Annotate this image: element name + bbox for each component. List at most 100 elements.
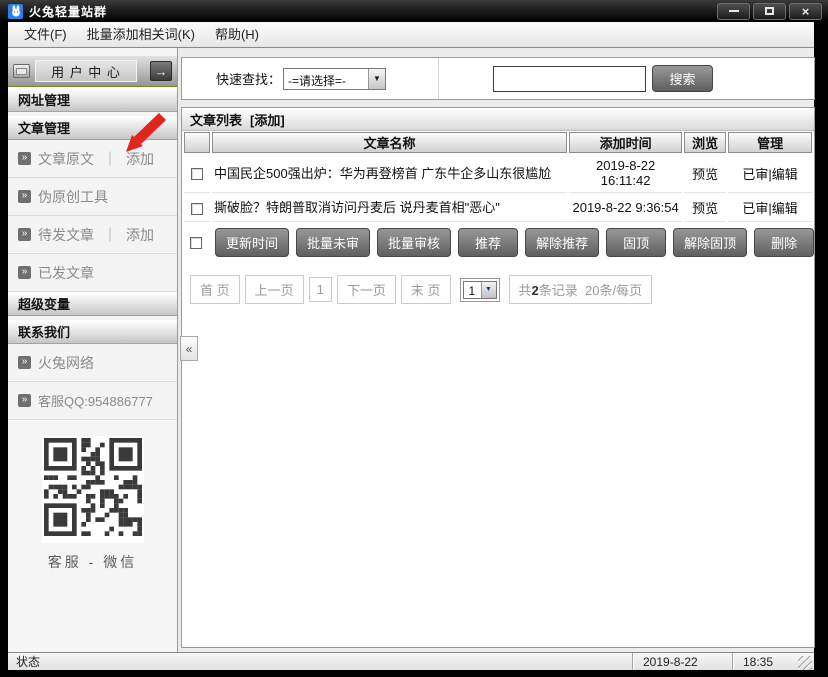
sidebar-item-label[interactable]: 文章原文 xyxy=(38,149,94,169)
per-page-label: 20条/每页 xyxy=(585,283,642,298)
sidebar-item-article-original[interactable]: » 文章原文 ｜ 添加 xyxy=(8,140,177,178)
sidebar-item-label[interactable]: 火兔网络 xyxy=(38,353,94,373)
manage-links[interactable]: 已审|编辑 xyxy=(728,194,812,222)
article-name-cell: 中国民企500强出炉：华为再登榜首 广东牛企多山东很尴尬 xyxy=(212,154,567,193)
menu-bar: 文件(F) 批量添加相关词(K) 帮助(H) xyxy=(8,22,814,48)
status-bar: 状态 2019-8-22 18:35 xyxy=(8,652,814,670)
quick-find-select[interactable]: -=请选择=- ▼ xyxy=(283,68,386,90)
batch-unapprove-button[interactable]: 批量未审 xyxy=(296,228,370,257)
toolbar-separator xyxy=(438,58,439,99)
preview-link[interactable]: 预览 xyxy=(684,154,726,193)
row-checkbox[interactable] xyxy=(191,168,203,180)
user-center-arrow-button[interactable]: → xyxy=(150,61,172,81)
chevron-right-icon: » xyxy=(18,356,31,369)
column-view: 浏览 xyxy=(684,132,726,153)
article-add-link[interactable]: [添加] xyxy=(250,110,285,129)
app-window: 火兔轻量站群 × 文件(F) 批量添加相关词(K) 帮助(H) 用 户 中 心 … xyxy=(0,0,828,677)
recommend-button[interactable]: 推荐 xyxy=(458,228,518,257)
sidebar-header-super-variables[interactable]: 超级变量 xyxy=(8,292,177,316)
summary-count: 2 xyxy=(532,283,539,298)
pin-top-button[interactable]: 固顶 xyxy=(606,228,666,257)
sidebar-item-pending-articles[interactable]: » 待发文章 ｜ 添加 xyxy=(8,216,177,254)
sidebar: 用 户 中 心 → 网址管理 文章管理 » 文章原文 ｜ 添加 » 伪原创工具 xyxy=(8,48,178,652)
sidebar-item-label[interactable]: 客服QQ:954886777 xyxy=(38,391,153,410)
sidebar-item-pseudo-original-tool[interactable]: » 伪原创工具 xyxy=(8,178,177,216)
maximize-button[interactable] xyxy=(753,3,786,20)
sidebar-item-add-link[interactable]: 添加 xyxy=(126,149,154,169)
menu-help[interactable]: 帮助(H) xyxy=(205,22,269,47)
sidebar-header-url-management[interactable]: 网址管理 xyxy=(8,88,177,112)
header-checkbox-cell xyxy=(184,132,210,153)
last-page-button[interactable]: 末 页 xyxy=(401,275,451,304)
article-table: 文章名称 添加时间 浏览 管理 中国民企500强出炉：华为再登榜首 广东牛企多山… xyxy=(182,131,814,223)
sidebar-item-huotu-network[interactable]: » 火兔网络 xyxy=(8,344,177,382)
article-list-header: 文章列表 [添加] xyxy=(182,108,814,131)
sidebar-item-add-link[interactable]: 添加 xyxy=(126,225,154,245)
minimize-button[interactable] xyxy=(717,3,750,20)
search-button[interactable]: 搜索 xyxy=(652,65,713,92)
batch-actions-row: 更新时间 批量未审 批量审核 推荐 解除推荐 固顶 解除固顶 删除 xyxy=(182,223,814,263)
user-center-button[interactable]: 用 户 中 心 xyxy=(35,60,137,82)
sidebar-collapse-button[interactable]: « xyxy=(180,336,198,361)
minimize-icon xyxy=(729,10,739,12)
sidebar-item-published-articles[interactable]: » 已发文章 xyxy=(8,254,177,292)
chevron-right-icon: » xyxy=(18,394,31,407)
unpin-top-button[interactable]: 解除固顶 xyxy=(673,228,747,257)
record-summary: 共2条记录 20条/每页 xyxy=(509,275,653,304)
table-row: 撕破脸？特朗普取消访问丹麦后 说丹麦首相"恶心" 2019-8-22 9:36:… xyxy=(184,194,812,222)
column-article-name: 文章名称 xyxy=(212,132,567,153)
arrow-right-icon: → xyxy=(155,64,168,79)
column-add-time: 添加时间 xyxy=(569,132,682,153)
monitor-icon xyxy=(13,64,30,78)
sidebar-item-label[interactable]: 待发文章 xyxy=(38,225,94,245)
sidebar-header-contact-us[interactable]: 联系我们 xyxy=(8,320,177,344)
unrecommend-button[interactable]: 解除推荐 xyxy=(525,228,599,257)
column-manage: 管理 xyxy=(728,132,812,153)
chevron-right-icon: » xyxy=(18,266,31,279)
sidebar-item-label[interactable]: 伪原创工具 xyxy=(38,187,108,207)
preview-link[interactable]: 预览 xyxy=(684,194,726,222)
page-select[interactable]: 1 ▼ xyxy=(463,281,497,299)
row-checkbox[interactable] xyxy=(191,203,203,215)
page-select-value: 1 xyxy=(464,282,481,298)
status-label: 状态 xyxy=(16,653,40,670)
add-time-cell: 2019-8-22 16:11:42 xyxy=(569,154,682,193)
pagination: 首 页 上一页 1 下一页 末 页 1 ▼ 共2条记录 20条/每页 xyxy=(190,275,814,304)
qr-caption: 客服 - 微信 xyxy=(8,552,177,572)
select-all-checkbox[interactable] xyxy=(190,237,202,249)
first-page-button[interactable]: 首 页 xyxy=(190,275,240,304)
sidebar-item-label[interactable]: 已发文章 xyxy=(38,263,94,283)
rabbit-app-icon xyxy=(8,4,23,19)
close-icon: × xyxy=(802,5,810,18)
sidebar-header-article-management[interactable]: 文章管理 xyxy=(8,116,177,140)
menu-file[interactable]: 文件(F) xyxy=(14,22,77,47)
prev-page-button[interactable]: 上一页 xyxy=(245,275,304,304)
maximize-icon xyxy=(765,7,774,15)
chevron-down-icon[interactable]: ▼ xyxy=(481,282,496,298)
manage-links[interactable]: 已审|编辑 xyxy=(728,154,812,193)
chevron-right-icon: » xyxy=(18,228,31,241)
delete-button[interactable]: 删除 xyxy=(754,228,814,257)
window-chrome: 文件(F) 批量添加相关词(K) 帮助(H) 用 户 中 心 → 网址管理 文章… xyxy=(8,22,814,670)
current-page-indicator: 1 xyxy=(309,277,332,302)
resize-grip-icon[interactable] xyxy=(798,656,812,670)
qr-section: 客服 - 微信 xyxy=(8,436,177,572)
close-button[interactable]: × xyxy=(789,3,822,20)
add-time-cell: 2019-8-22 9:36:54 xyxy=(569,194,682,222)
collapse-icon: « xyxy=(186,342,193,356)
update-time-button[interactable]: 更新时间 xyxy=(215,228,289,257)
sidebar-item-service-qq[interactable]: » 客服QQ:954886777 xyxy=(8,382,177,420)
menu-batch-add-keywords[interactable]: 批量添加相关词(K) xyxy=(77,22,205,47)
main-body: 用 户 中 心 → 网址管理 文章管理 » 文章原文 ｜ 添加 » 伪原创工具 xyxy=(8,48,814,652)
summary-prefix: 共 xyxy=(519,283,532,298)
summary-suffix: 条记录 xyxy=(539,283,578,298)
chevron-down-icon[interactable]: ▼ xyxy=(368,69,385,89)
chevron-right-icon: » xyxy=(18,190,31,203)
next-page-button[interactable]: 下一页 xyxy=(337,275,396,304)
batch-approve-button[interactable]: 批量审核 xyxy=(377,228,451,257)
search-input[interactable] xyxy=(493,66,646,92)
qr-code-svg xyxy=(44,523,142,540)
main-content: 快速查找： -=请选择=- ▼ 搜索 文章列表 [添加] xyxy=(178,48,818,652)
article-name-cell: 撕破脸？特朗普取消访问丹麦后 说丹麦首相"恶心" xyxy=(212,194,567,222)
user-center-row: 用 户 中 心 → xyxy=(8,56,177,86)
